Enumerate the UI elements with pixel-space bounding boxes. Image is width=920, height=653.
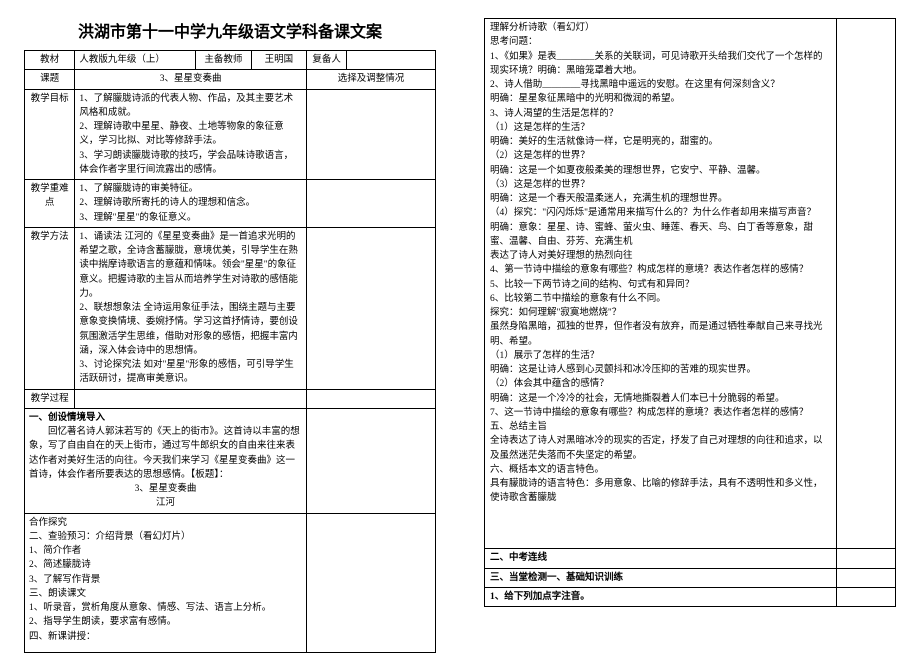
right-side-4 (837, 588, 895, 606)
adjust-methods (307, 227, 436, 389)
value-process-blank (75, 389, 307, 408)
intro-cell: 一、创设情境导入 回忆著名诗人郭沫若写的《天上的街市》。这首诗以丰富的想象，写了… (25, 408, 307, 513)
analysis-line: 5、比较一下两节诗之间的结构、句式有和异同？ (490, 278, 831, 292)
coop-line-0: 二、查验预习：介绍背景（看幻灯片） (29, 530, 302, 544)
analysis-line: 思考问题： (490, 35, 831, 49)
analysis-line: 虽然身陷黑暗，孤独的世界，但作者没有放弃，而是通过牺牲奉献自己来寻找光明、希望。 (490, 320, 831, 349)
value-topic: 3、星星变奏曲 (75, 70, 307, 89)
coop-line-5: 1、听录音，赏析角度从意象、情感、写法、语言上分析。 (29, 601, 302, 615)
coop-heading: 合作探究 (29, 516, 302, 530)
analysis-line: 明确：这是让诗人感到心灵颤抖和冰冷压抑的苦难的现实世界。 (490, 363, 831, 377)
row-textbook: 教材 人教版九年级（上） 主备教师 王明国 复备人 (25, 51, 436, 70)
row-methods: 教学方法 1、诵读法 江河的《星星变奏曲》是一首追求光明的希望之歌，全诗含蓄朦胧… (25, 227, 436, 389)
adjust-intro (307, 408, 436, 513)
value-textbook: 人教版九年级（上） (75, 51, 196, 70)
label-textbook: 教材 (25, 51, 75, 70)
label-diff: 教学重难点 (25, 180, 75, 228)
label-teacher: 主备教师 (196, 51, 251, 70)
row-goals: 教学目标 1、了解朦胧诗派的代表人物、作品，及其主要艺术风格和成就。 2、理解诗… (25, 89, 436, 180)
row-pinyin: 1、给下列加点字注音。 (485, 588, 895, 606)
analysis-line: 表达了诗人对美好理想的热烈向往 (490, 249, 831, 263)
intro-heading: 一、创设情境导入 (29, 411, 302, 425)
row-process-label: 教学过程 (25, 389, 436, 408)
coop-line-3: 3、了解写作背景 (29, 573, 302, 587)
coop-line-2: 2、简述朦胧诗 (29, 558, 302, 572)
value-teacher: 王明国 (251, 51, 306, 70)
analysis-line: 明确：星星象征黑暗中的光明和微润的希望。 (490, 92, 831, 106)
analysis-line: 明确：这是一个冷冷的社会，无情地撕裂着人们本已十分脆弱的希望。 (490, 392, 831, 406)
doc-title: 洪湖市第十一中学九年级语文学科备课文案 (24, 18, 436, 42)
analysis-cell: 理解分析诗歌（看幻灯）思考问题：1、《如果》是表________关系的关联词，可… (485, 19, 837, 548)
left-page: 洪湖市第十一中学九年级语文学科备课文案 教材 人教版九年级（上） 主备教师 王明… (0, 0, 460, 637)
label-process: 教学过程 (25, 389, 75, 408)
row-topic: 课题 3、星星变奏曲 选择及调整情况 (25, 70, 436, 89)
intro-center1: 3、星星变奏曲 (29, 482, 302, 496)
analysis-line: 理解分析诗歌（看幻灯） (490, 21, 831, 35)
adjust-coop (307, 513, 436, 652)
right-side-1 (837, 19, 895, 548)
analysis-line: 明确：美好的生活就像诗一样，它是明亮的，甜蜜的。 (490, 135, 831, 149)
coop-line-4: 三、朗读课文 (29, 587, 302, 601)
coop-line-6: 2、指导学生朗读，要求富有感情。 (29, 615, 302, 629)
right-table: 理解分析诗歌（看幻灯）思考问题：1、《如果》是表________关系的关联词，可… (484, 18, 896, 607)
analysis-line: 六、概括本文的语言特色。 (490, 463, 831, 477)
analysis-line: 3、诗人渴望的生活是怎样的？ (490, 107, 831, 121)
analysis-line: （2）这是怎样的世界？ (490, 149, 831, 163)
value-goals: 1、了解朦胧诗派的代表人物、作品，及其主要艺术风格和成就。 2、理解诗歌中星星、… (75, 89, 307, 180)
right-main-row: 理解分析诗歌（看幻灯）思考问题：1、《如果》是表________关系的关联词，可… (485, 19, 895, 549)
label-adjust: 选择及调整情况 (307, 70, 436, 89)
right-page: 理解分析诗歌（看幻灯）思考问题：1、《如果》是表________关系的关联词，可… (460, 0, 920, 637)
row-intro: 一、创设情境导入 回忆著名诗人郭沫若写的《天上的街市》。这首诗以丰富的想象，写了… (25, 408, 436, 513)
value-methods: 1、诵读法 江河的《星星变奏曲》是一首追求光明的希望之歌，全诗含蓄朦胧，意境优美… (75, 227, 307, 389)
label-methods: 教学方法 (25, 227, 75, 389)
analysis-line: 明确：意象：星星、诗、蜜蜂、萤火虫、睡莲、春天、鸟、白丁香等意象，甜蜜、温馨、自… (490, 221, 831, 250)
coop-line-7: 四、新课讲授： (29, 630, 302, 650)
analysis-line: （4）探究："闪闪烁烁"是通常用来描写什么的？为什么作者却用来描写声音？ (490, 206, 831, 220)
label-topic: 课题 (25, 70, 75, 89)
value-diff: 1、了解朦胧诗的审美特征。 2、理解诗歌所寄托的诗人的理想和信念。 3、理解"星… (75, 180, 307, 228)
right-side-3 (837, 569, 895, 587)
pinyin-label: 1、给下列加点字注音。 (485, 588, 837, 606)
analysis-line: 明确：这是一个春天般温柔迷人，充满生机的理想世界。 (490, 192, 831, 206)
exam-link-label: 二、中考连线 (485, 549, 837, 567)
lesson-plan-table: 教材 人教版九年级（上） 主备教师 王明国 复备人 课题 3、星星变奏曲 选择及… (24, 50, 436, 653)
analysis-line: 6、比较第二节中描绘的意象有什么不同。 (490, 292, 831, 306)
adjust-goals (307, 89, 436, 180)
analysis-line: （3）这是怎样的世界？ (490, 178, 831, 192)
coop-cell: 合作探究 二、查验预习：介绍背景（看幻灯片） 1、简介作者 2、简述朦胧诗 3、… (25, 513, 307, 652)
analysis-line: 具有朦胧诗的语言特色：多用意象、比喻的修辞手法，具有不透明性和多义性，使诗歌含蓄… (490, 477, 831, 506)
row-difficulties: 教学重难点 1、了解朦胧诗的审美特征。 2、理解诗歌所寄托的诗人的理想和信念。 … (25, 180, 436, 228)
analysis-line: 1、《如果》是表________关系的关联词，可见诗歌开头给我们交代了一个怎样的… (490, 50, 831, 79)
row-coop: 合作探究 二、查验预习：介绍背景（看幻灯片） 1、简介作者 2、简述朦胧诗 3、… (25, 513, 436, 652)
adjust-diff (307, 180, 436, 228)
analysis-line: （2）体会其中蕴含的感情？ (490, 377, 831, 391)
test-label: 三、当堂检测一、基础知识训练 (485, 569, 837, 587)
analysis-line: 2、诗人借助________寻找黑暗中遥远的安慰。在这里有何深刻含义？ (490, 78, 831, 92)
intro-body: 回忆著名诗人郭沫若写的《天上的街市》。这首诗以丰富的想象，写了自由自在的天上街市… (29, 425, 302, 482)
analysis-line: （1）这是怎样的生活？ (490, 121, 831, 135)
analysis-line: （1）展示了怎样的生活？ (490, 349, 831, 363)
row-test: 三、当堂检测一、基础知识训练 (485, 569, 895, 588)
analysis-line: 4、第一节诗中描绘的意象有哪些？构成怎样的意境？表达作者怎样的感情？ (490, 263, 831, 277)
intro-center2: 江河 (29, 496, 302, 510)
value-reviewer (347, 51, 436, 70)
label-goals: 教学目标 (25, 89, 75, 180)
analysis-line: 明确：这是一个如夏夜般柔美的理想世界，它安宁、平静、温馨。 (490, 164, 831, 178)
analysis-line: 五、总结主旨 (490, 420, 831, 434)
analysis-line: 探究：如何理解"寂寞地燃烧"？ (490, 306, 831, 320)
analysis-line: 全诗表达了诗人对黑暗冰冷的现实的否定，抒发了自己对理想的向往和追求，以及虽然迷茫… (490, 434, 831, 463)
coop-line-1: 1、简介作者 (29, 544, 302, 558)
adjust-process-blank (307, 389, 436, 408)
right-side-2 (837, 549, 895, 567)
row-exam-link: 二、中考连线 (485, 549, 895, 568)
label-reviewer: 复备人 (307, 51, 347, 70)
analysis-line: 7、这一节诗中描绘的意象有哪些？构成怎样的意境？表达作者怎样的感情？ (490, 406, 831, 420)
